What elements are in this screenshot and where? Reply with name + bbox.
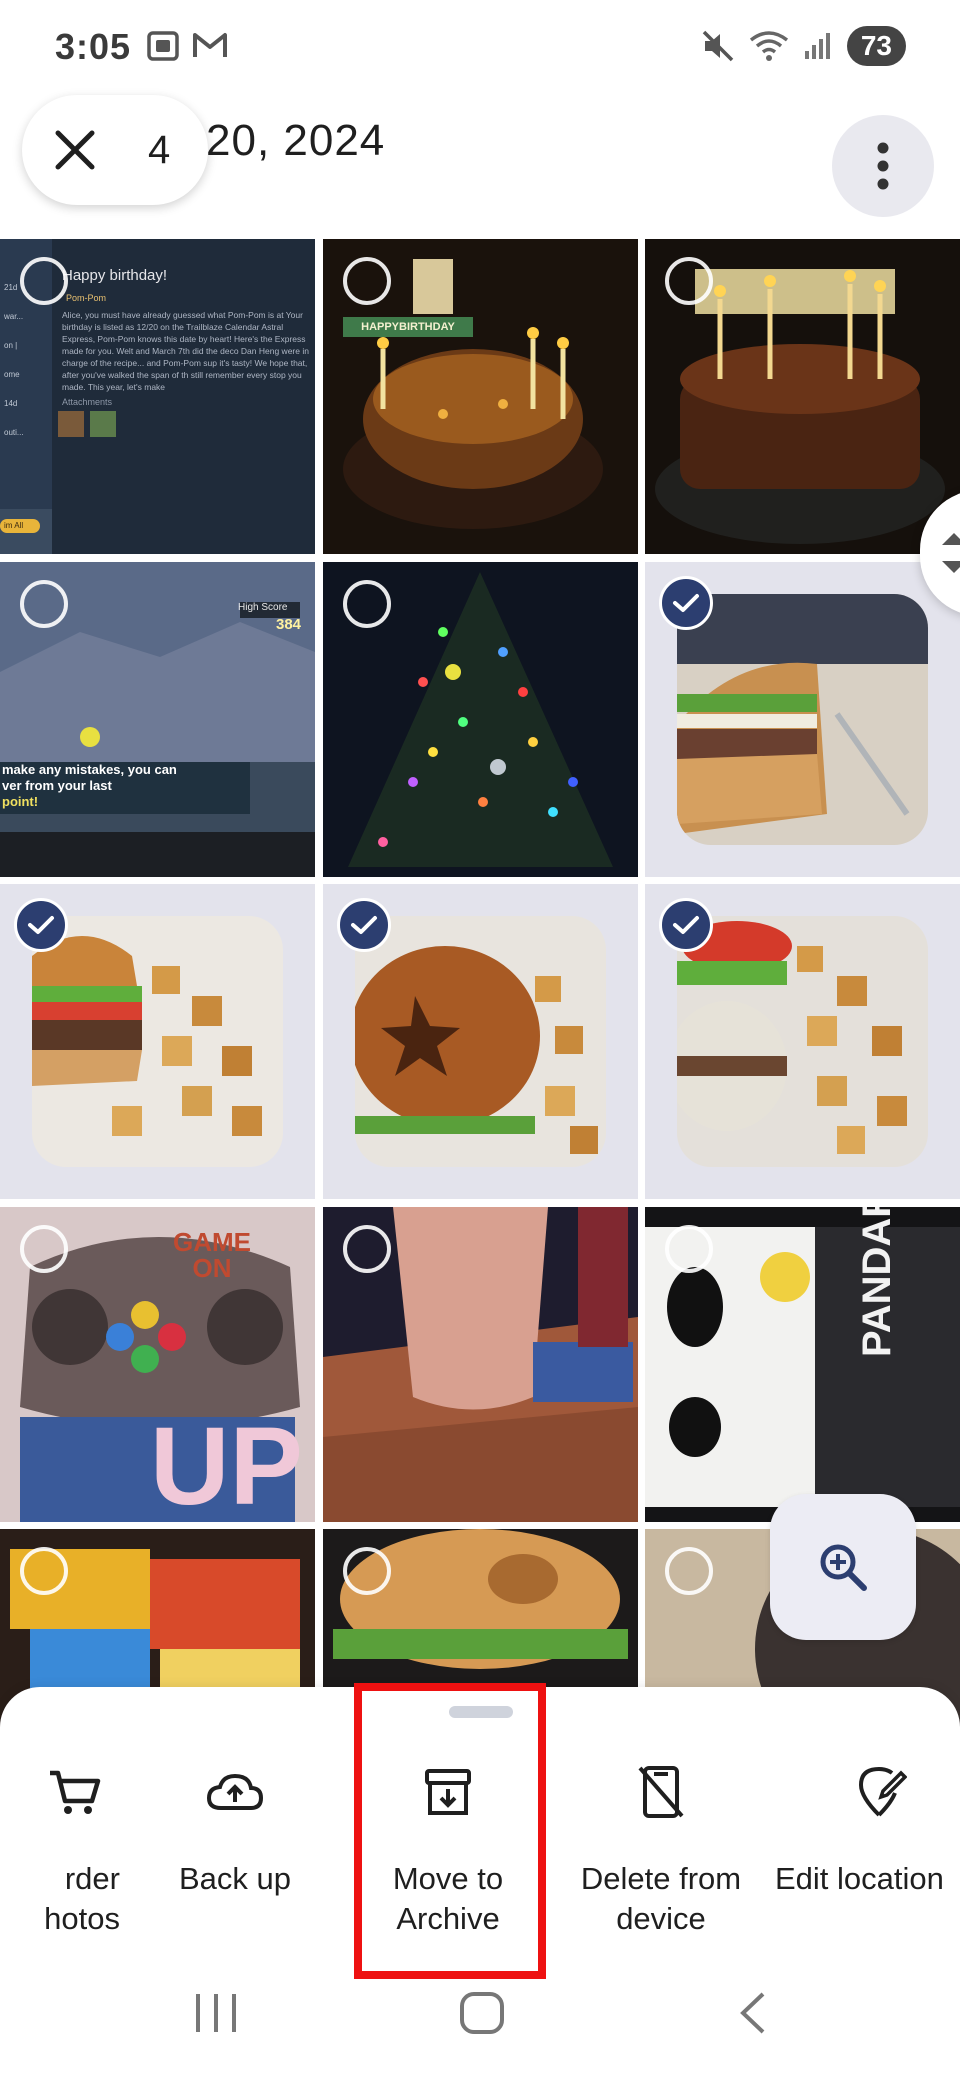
cart-icon (0, 1757, 120, 1827)
scroll-arrows-icon (942, 533, 960, 573)
selected-check[interactable] (659, 898, 713, 952)
game-hint-line: ver from your last (2, 778, 112, 793)
select-circle[interactable] (665, 257, 713, 305)
cloud-upload-icon (135, 1757, 335, 1827)
selection-chip: 4 (22, 95, 208, 205)
order-photos-label: rder hotos (44, 1861, 120, 1936)
screenshot-icon (147, 31, 179, 61)
hud-label: High Score (238, 602, 288, 613)
message-body: Alice, you must have already guessed wha… (62, 310, 309, 392)
select-circle[interactable] (20, 580, 68, 628)
more-options-button[interactable] (832, 115, 934, 217)
cake-topper-text: HAPPYBIRTHDAY (361, 321, 455, 333)
photo-tile[interactable]: Happy birthday! Pom-Pom Alice, you must … (0, 239, 315, 554)
selection-count: 4 (148, 127, 171, 172)
photo-tile[interactable] (645, 239, 960, 554)
photo (677, 594, 928, 845)
selected-check[interactable] (337, 898, 391, 952)
wifi-icon (749, 31, 788, 61)
game-hint-line: point! (2, 794, 39, 809)
photo-tile[interactable] (323, 884, 638, 1199)
status-icons-right: 73 (701, 26, 906, 66)
close-icon[interactable] (54, 129, 96, 171)
delete-from-device-action[interactable]: Delete from device (561, 1757, 761, 1939)
more-vert-icon (877, 142, 889, 190)
zoom-in-icon (820, 1544, 867, 1591)
photo-tile[interactable]: PANDAROO (645, 1207, 960, 1522)
recents-icon[interactable] (192, 1990, 240, 2036)
side-list-item: ome (4, 370, 20, 379)
select-circle[interactable] (665, 1547, 713, 1595)
zoom-button[interactable] (770, 1494, 916, 1640)
page-title: 20, 2024 (206, 116, 386, 165)
photo (32, 916, 283, 1167)
side-list-item: war... (4, 312, 24, 321)
check-icon (673, 594, 699, 612)
edit-location-icon (775, 1757, 960, 1827)
check-icon (351, 916, 377, 934)
hud-score: 384 (276, 616, 302, 633)
select-circle[interactable] (343, 257, 391, 305)
back-up-action[interactable]: Back up (135, 1757, 335, 1899)
photo (355, 916, 606, 1167)
battery-badge: 73 (846, 26, 906, 66)
select-circle[interactable] (343, 1225, 391, 1273)
message-title: Happy birthday! (62, 267, 168, 284)
edit-location-action[interactable]: Edit location (775, 1757, 960, 1899)
edit-location-label: Edit location (775, 1861, 944, 1896)
side-list-item: on | (4, 341, 18, 350)
mute-icon (702, 30, 734, 62)
side-list-item: outi... (4, 428, 24, 437)
order-photos-action[interactable]: rder hotos (0, 1757, 120, 1939)
game-hint-line: make any mistakes, you can (2, 762, 177, 777)
select-circle[interactable] (343, 580, 391, 628)
side-list: 21d war... on | ome 14d outi... (4, 273, 24, 447)
blanket-text-top: GAME ON (173, 1227, 251, 1283)
status-icons-left (146, 30, 228, 62)
message-attachments-label: Attachments (62, 397, 113, 407)
message-sender: Pom-Pom (66, 293, 107, 303)
screen: 3:05 73 4 20, 2024 Happy birthday! Pom-P… (0, 0, 960, 2080)
photo-tile[interactable]: High Score 384 make any mistakes, you ca… (0, 562, 315, 877)
status-bar: 3:05 73 (0, 0, 960, 92)
side-list-item: 14d (4, 399, 18, 408)
selected-check[interactable] (14, 898, 68, 952)
game-hint: make any mistakes, you can ver from your… (0, 762, 250, 814)
system-nav-bar (0, 1960, 960, 2080)
status-time: 3:05 (55, 26, 132, 67)
select-circle[interactable] (20, 1547, 68, 1595)
photo-tile[interactable] (645, 884, 960, 1199)
check-icon (673, 916, 699, 934)
back-icon[interactable] (733, 1990, 773, 2036)
select-circle[interactable] (343, 1547, 391, 1595)
select-circle[interactable] (20, 1225, 68, 1273)
signal-icon (804, 33, 830, 59)
claim-button-label: im All (4, 521, 24, 530)
photo-tile[interactable] (0, 884, 315, 1199)
photo-tile[interactable] (323, 562, 638, 877)
select-circle[interactable] (20, 257, 68, 305)
photo-tile[interactable] (323, 1207, 638, 1522)
home-icon[interactable] (458, 1990, 506, 2036)
photo-tile[interactable]: HAPPYBIRTHDAY (323, 239, 638, 554)
photo-tile[interactable]: GAME ON UP (0, 1207, 315, 1522)
gmail-icon (193, 33, 227, 57)
check-icon (28, 916, 54, 934)
highlight-box (354, 1683, 546, 1979)
photo (677, 916, 928, 1167)
blanket-text-bottom: UP (150, 1405, 303, 1522)
selected-check[interactable] (659, 576, 713, 630)
snack-bag-text: PANDAROO (855, 1207, 899, 1357)
select-circle[interactable] (665, 1225, 713, 1273)
delete-from-device-label: Delete from device (580, 1861, 742, 1936)
delete-device-icon (561, 1757, 761, 1827)
photo-tile[interactable] (645, 562, 960, 877)
back-up-label: Back up (178, 1861, 291, 1896)
